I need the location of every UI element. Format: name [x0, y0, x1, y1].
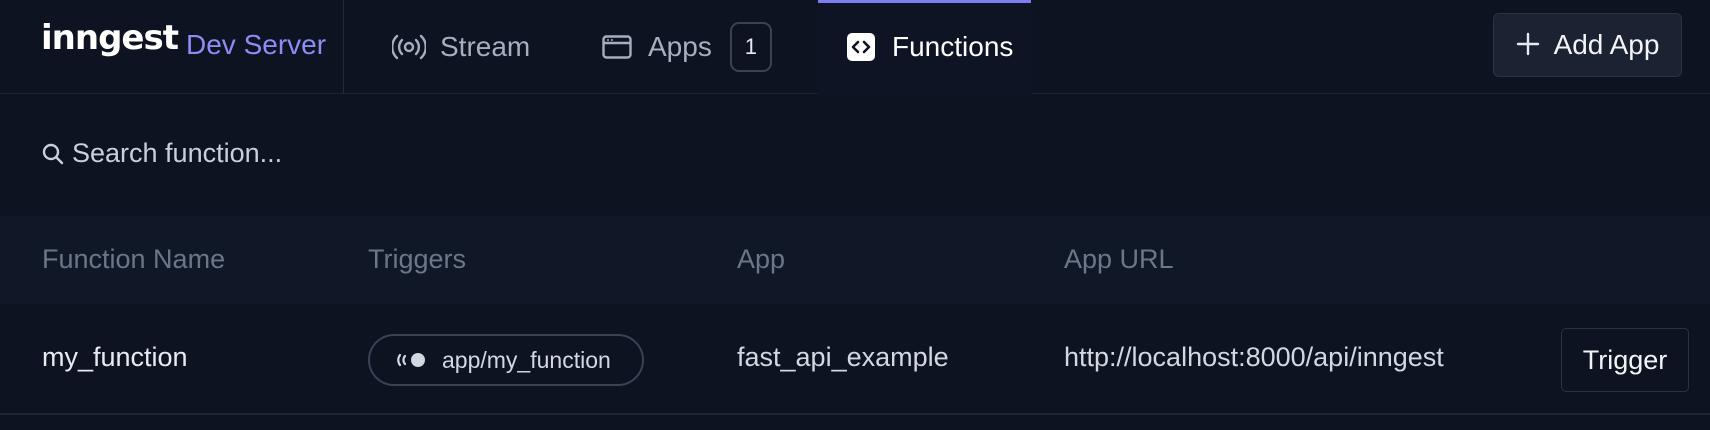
brand: inngest Dev Server	[0, 0, 344, 94]
add-app-label: Add App	[1553, 29, 1660, 60]
plus-icon	[1516, 26, 1540, 65]
add-app-button[interactable]: Add App	[1493, 13, 1682, 77]
column-app[interactable]: App	[737, 244, 785, 275]
tab-stream[interactable]: Stream	[392, 0, 530, 94]
tab-apps-label: Apps	[648, 31, 712, 62]
search-bar	[0, 95, 1710, 216]
tab-apps[interactable]: Apps 1	[600, 0, 772, 94]
trigger-event-label: app/my_function	[442, 346, 611, 373]
trigger-event-pill: app/my_function	[368, 334, 644, 386]
tab-stream-label: Stream	[440, 31, 531, 62]
environment-label: Dev Server	[186, 29, 327, 60]
table-header: Function Name Triggers App App URL	[0, 216, 1710, 304]
code-icon	[844, 30, 878, 64]
table-row[interactable]: my_function app/my_function fast_api_exa…	[0, 304, 1710, 415]
app-cell: fast_api_example	[737, 342, 949, 372]
trigger-button[interactable]: Trigger	[1561, 328, 1689, 392]
apps-count-badge: 1	[729, 22, 772, 72]
inngest-logo[interactable]: inngest	[41, 18, 179, 58]
column-app-url[interactable]: App URL	[1064, 244, 1174, 275]
function-name-cell[interactable]: my_function	[42, 342, 188, 373]
tab-functions[interactable]: Functions	[818, 0, 1031, 94]
broadcast-icon	[392, 30, 426, 64]
event-icon	[394, 351, 428, 369]
app-url-cell: http://localhost:8000/api/inngest	[1064, 342, 1444, 372]
column-triggers[interactable]: Triggers	[368, 244, 466, 275]
window-icon	[600, 30, 634, 64]
tab-functions-label: Functions	[892, 31, 1014, 62]
column-function-name[interactable]: Function Name	[42, 244, 225, 275]
search-icon	[42, 143, 64, 170]
search-input[interactable]	[72, 131, 672, 175]
top-nav: inngest Dev Server Stream Apps 1 Functio…	[0, 0, 1710, 94]
